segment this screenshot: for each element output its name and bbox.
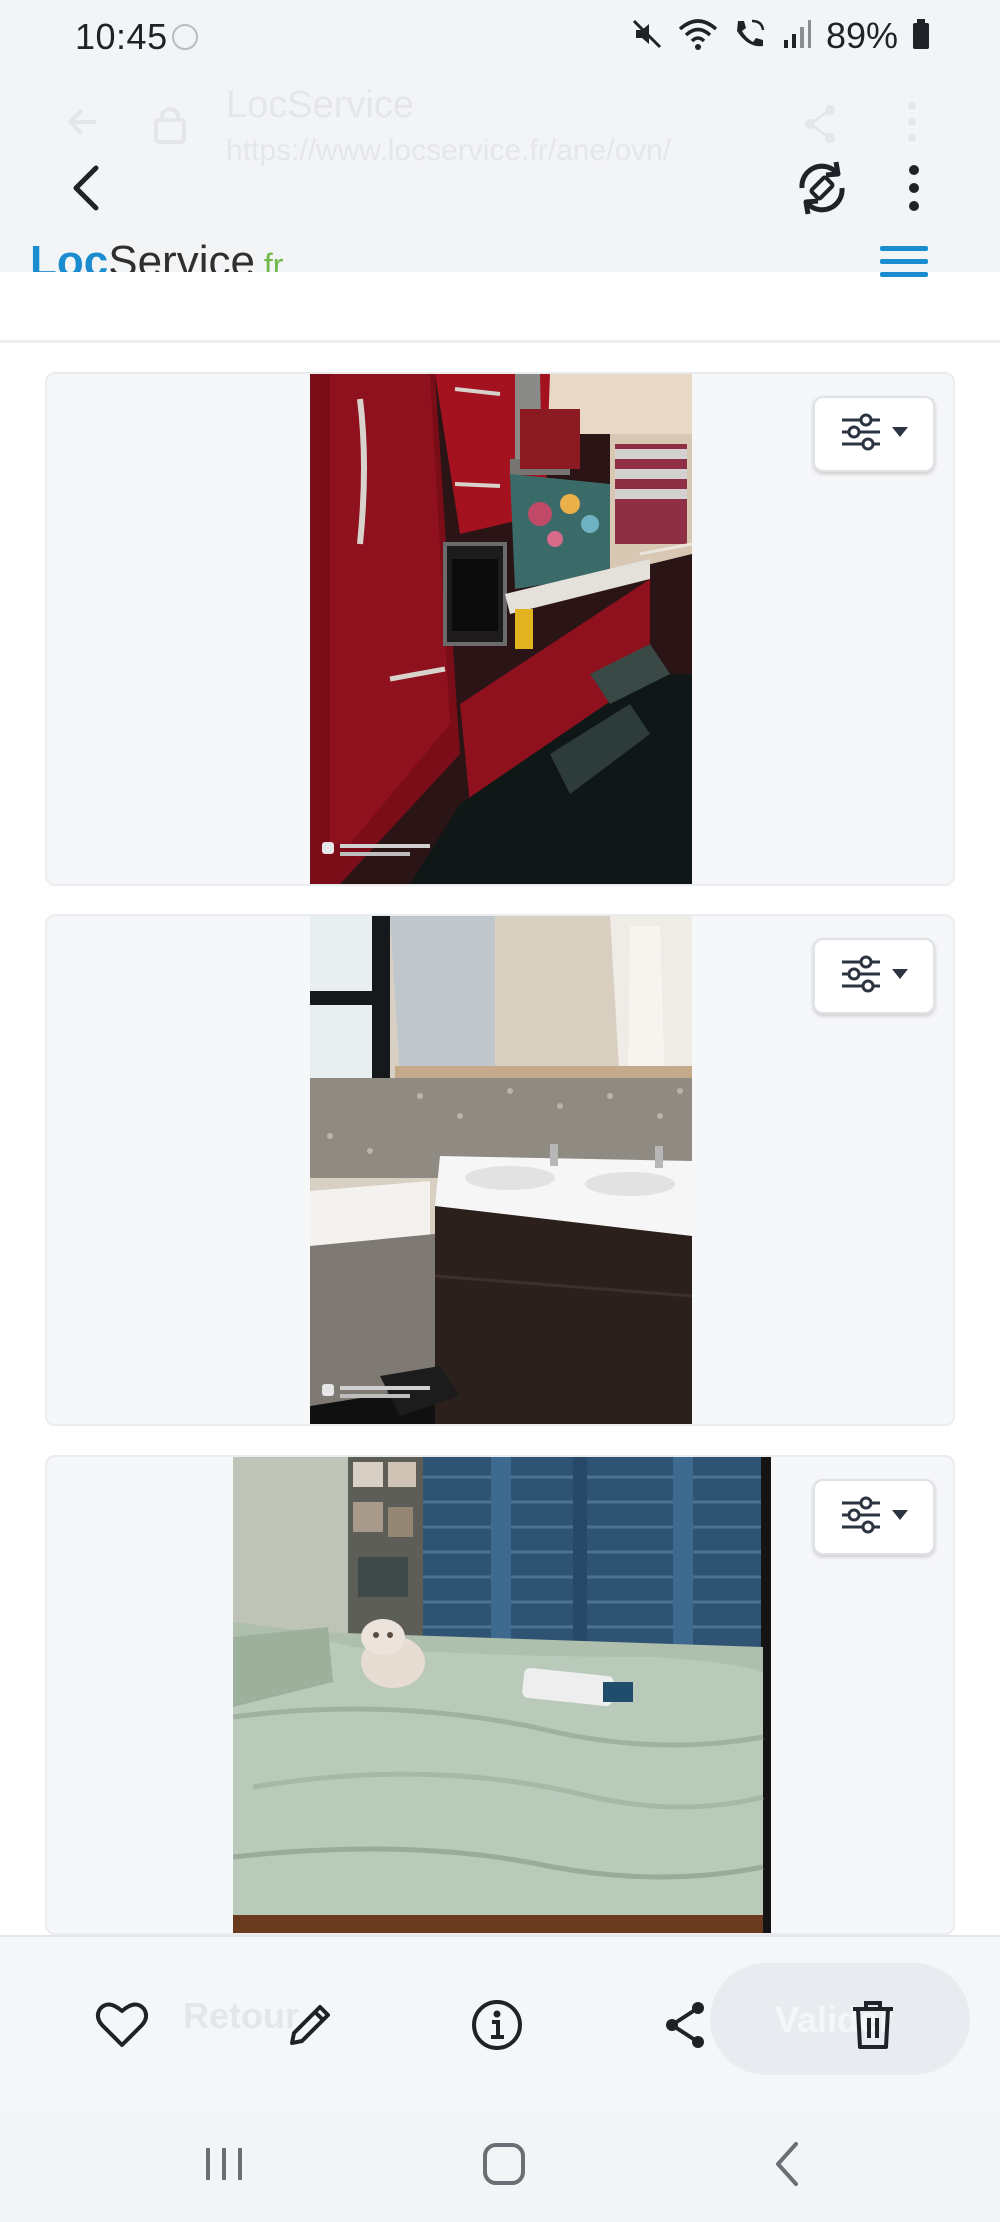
pencil-icon[interactable] <box>280 1995 340 2055</box>
caret-down-icon <box>890 967 910 986</box>
back-chevron-icon[interactable] <box>770 2140 804 2193</box>
trash-icon[interactable] <box>843 1995 903 2055</box>
logo-part-service: Service <box>108 237 255 273</box>
rotate-icon[interactable] <box>790 156 854 220</box>
more-vertical-icon[interactable] <box>892 156 936 220</box>
browser-toolbar: LocService https://www.locservice.fr/ane… <box>0 72 1000 272</box>
battery-icon <box>912 18 930 55</box>
share-icon[interactable] <box>655 1995 715 2055</box>
header-divider <box>0 340 1000 343</box>
ghost-share-icon <box>800 102 840 151</box>
status-icons: 89% <box>630 14 930 58</box>
image-action-bar: Retour Valider <box>0 1935 1000 2110</box>
site-logo[interactable]: LocService.fr <box>30 237 284 273</box>
bedroom-photo[interactable] <box>233 1457 771 1933</box>
notification-dot-icon <box>172 24 198 50</box>
caret-down-icon <box>890 425 910 444</box>
signal-icon <box>782 18 812 55</box>
screen: 10:45 89% LocService https://www.locserv… <box>0 0 1000 2222</box>
sliders-icon <box>838 1495 884 1540</box>
photo-options-button[interactable] <box>813 938 935 1014</box>
photo-card-kitchen <box>45 372 955 886</box>
mute-icon <box>630 17 664 56</box>
battery-percent: 89% <box>825 15 898 56</box>
photo-options-button[interactable] <box>813 1479 935 1555</box>
ghost-back-arrow-icon <box>62 102 102 147</box>
sliders-icon <box>838 412 884 457</box>
photo-card-bedroom <box>45 1455 955 1935</box>
sliders-icon <box>838 954 884 999</box>
logo-part-tld: .fr <box>254 247 284 272</box>
hamburger-icon[interactable] <box>880 246 928 286</box>
kitchen-photo[interactable] <box>310 374 692 884</box>
wifi-calling-icon <box>732 17 768 56</box>
logo-part-loc: Loc <box>30 237 109 273</box>
recents-icon[interactable] <box>202 2144 246 2189</box>
photo-options-button[interactable] <box>813 396 935 472</box>
wifi-icon <box>678 17 718 56</box>
system-nav-bar <box>0 2110 1000 2222</box>
home-icon[interactable] <box>480 2140 528 2193</box>
caret-down-icon <box>890 1508 910 1527</box>
status-bar: 10:45 89% <box>0 0 1000 72</box>
page-title: LocService <box>226 84 414 126</box>
ghost-lock-icon <box>152 102 188 149</box>
status-time: 10:45 <box>75 16 168 57</box>
heart-icon[interactable] <box>92 1995 152 2055</box>
back-arrow-icon[interactable] <box>62 158 112 218</box>
info-icon[interactable] <box>467 1995 527 2055</box>
bathroom-photo[interactable] <box>310 916 692 1424</box>
ghost-more-icon <box>905 100 919 149</box>
page-url[interactable]: https://www.locservice.fr/ane/ovn/ <box>226 134 671 168</box>
photo-card-bathroom <box>45 914 955 1426</box>
